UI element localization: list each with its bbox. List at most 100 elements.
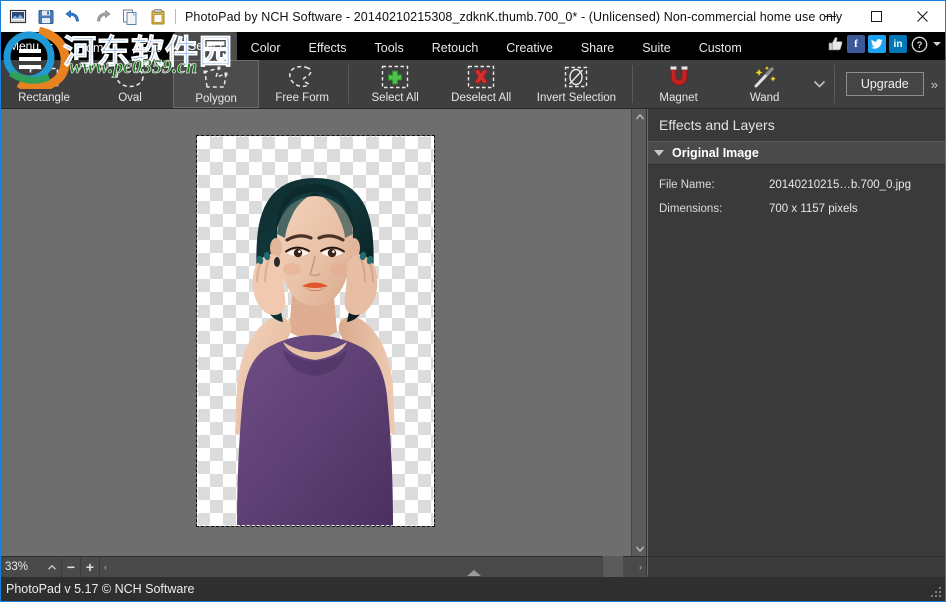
canvas-horizontal-scrollbar[interactable]: ‹ › <box>99 557 646 578</box>
tool-label: Oval <box>118 91 142 105</box>
save-icon[interactable] <box>35 6 57 28</box>
tool-invert-selection[interactable]: Invert Selection <box>524 60 628 108</box>
tab-retouch[interactable]: Retouch <box>418 35 493 60</box>
tool-label: Polygon <box>195 92 237 106</box>
tool-rectangle[interactable]: Rectangle <box>1 60 87 108</box>
tool-label: Rectangle <box>18 91 70 105</box>
chevron-down-icon[interactable] <box>933 42 941 46</box>
deselect-all-icon <box>464 63 498 91</box>
thumbs-up-icon[interactable] <box>826 35 844 53</box>
twitter-icon[interactable] <box>868 35 886 53</box>
resize-grip-icon[interactable] <box>931 587 942 598</box>
tool-wand[interactable]: Wand <box>722 60 808 108</box>
scrollbar-corner <box>602 556 623 577</box>
window-controls <box>807 1 945 32</box>
tab-home[interactable]: Home <box>63 35 124 60</box>
close-button[interactable] <box>899 1 945 32</box>
tab-select[interactable]: Select <box>174 32 237 60</box>
status-bar: PhotoPad v 5.17 © NCH Software <box>1 577 945 601</box>
facebook-icon[interactable]: f <box>847 35 865 53</box>
social-links: f in ? <box>826 35 941 53</box>
upgrade-area: Upgrade <box>838 60 924 108</box>
tab-color[interactable]: Color <box>237 35 295 60</box>
tool-oval[interactable]: Oval <box>87 60 173 108</box>
panel-title: Effects and Layers <box>648 109 945 141</box>
title-separator <box>175 9 176 24</box>
maximize-button[interactable] <box>853 1 899 32</box>
chevron-down-icon[interactable] <box>654 150 664 156</box>
tool-deselect-all[interactable]: Deselect All <box>438 60 524 108</box>
paste-icon[interactable] <box>147 6 169 28</box>
zoom-out-button[interactable]: − <box>61 558 80 577</box>
zoom-stepper-up-icon[interactable] <box>43 557 61 578</box>
property-value: 20140210215…b.700_0.jpg <box>769 179 911 191</box>
redo-icon[interactable] <box>91 6 113 28</box>
tab-tools[interactable]: Tools <box>361 35 418 60</box>
tool-label: Wand <box>750 91 780 105</box>
select-all-icon <box>378 63 412 91</box>
chevron-down-icon <box>43 44 53 49</box>
select-ribbon: Rectangle Oval Polygon <box>1 60 945 109</box>
image-canvas-area[interactable] <box>1 109 631 556</box>
tool-polygon[interactable]: Polygon <box>173 60 259 108</box>
ribbon-tab-bar: Menu Home Edit Select Color Effects Tool… <box>1 32 945 60</box>
status-text: PhotoPad v 5.17 © NCH Software <box>6 582 194 596</box>
property-row-dimensions: Dimensions: 700 x 1157 pixels <box>648 203 945 227</box>
layer-header-original-image[interactable]: Original Image <box>648 141 945 165</box>
window-title: PhotoPad by NCH Software - 2014021021530… <box>185 10 842 24</box>
invert-selection-icon <box>559 63 593 91</box>
tool-free-form[interactable]: Free Form <box>259 60 345 108</box>
magnet-icon <box>663 63 695 91</box>
zoom-bar: 33% − + ‹ › <box>1 556 646 577</box>
scroll-left-icon[interactable]: ‹ <box>100 562 107 572</box>
magic-wand-icon <box>749 63 781 91</box>
ribbon-overflow-button[interactable]: » <box>924 60 945 108</box>
zoom-in-button[interactable]: + <box>80 558 99 577</box>
property-row-file-name: File Name: 20140210215…b.700_0.jpg <box>648 179 945 203</box>
photopad-window: PhotoPad by NCH Software - 2014021021530… <box>0 0 946 602</box>
rectangle-select-icon <box>24 63 64 91</box>
quick-access-toolbar <box>1 1 169 32</box>
scroll-up-icon[interactable] <box>632 109 647 124</box>
tab-suite[interactable]: Suite <box>628 35 685 60</box>
portrait-image <box>197 136 434 526</box>
polygon-select-icon <box>196 64 236 92</box>
new-image-icon[interactable] <box>7 6 29 28</box>
tool-magnet[interactable]: Magnet <box>636 60 722 108</box>
panel-collapse-handle[interactable] <box>467 570 481 576</box>
menu-button[interactable]: Menu <box>1 32 63 60</box>
linkedin-icon[interactable]: in <box>889 35 907 53</box>
upgrade-button[interactable]: Upgrade <box>846 72 924 96</box>
toolbar-separator <box>632 65 633 103</box>
menu-label: Menu <box>9 39 39 53</box>
image-document[interactable] <box>197 136 434 526</box>
undo-icon[interactable] <box>63 6 85 28</box>
effects-and-layers-panel: Effects and Layers Original Image File N… <box>647 109 945 556</box>
tool-label: Select All <box>372 91 419 105</box>
tab-share[interactable]: Share <box>567 35 628 60</box>
zoom-level[interactable]: 33% <box>1 561 43 573</box>
canvas-vertical-scrollbar[interactable] <box>631 109 646 556</box>
tab-custom[interactable]: Custom <box>685 35 756 60</box>
property-key: Dimensions: <box>659 203 769 215</box>
tab-effects[interactable]: Effects <box>295 35 361 60</box>
layer-name: Original Image <box>672 146 759 160</box>
scroll-right-icon[interactable]: › <box>639 562 646 572</box>
property-value: 700 x 1157 pixels <box>769 203 858 215</box>
copy-icon[interactable] <box>119 6 141 28</box>
oval-select-icon <box>110 63 150 91</box>
help-icon[interactable]: ? <box>910 35 928 53</box>
tool-label: Invert Selection <box>537 91 616 105</box>
tool-label: Free Form <box>275 91 329 105</box>
toolbar-separator <box>834 65 835 103</box>
panel-footer <box>647 556 945 577</box>
title-bar: PhotoPad by NCH Software - 2014021021530… <box>1 1 945 32</box>
svg-text:?: ? <box>916 40 922 51</box>
minimize-button[interactable] <box>807 1 853 32</box>
scroll-down-icon[interactable] <box>632 541 647 556</box>
toolbar-separator <box>348 65 349 103</box>
tab-edit[interactable]: Edit <box>124 35 174 60</box>
tool-select-all[interactable]: Select All <box>352 60 438 108</box>
tab-creative[interactable]: Creative <box>492 35 567 60</box>
wand-options-dropdown[interactable] <box>808 60 831 108</box>
